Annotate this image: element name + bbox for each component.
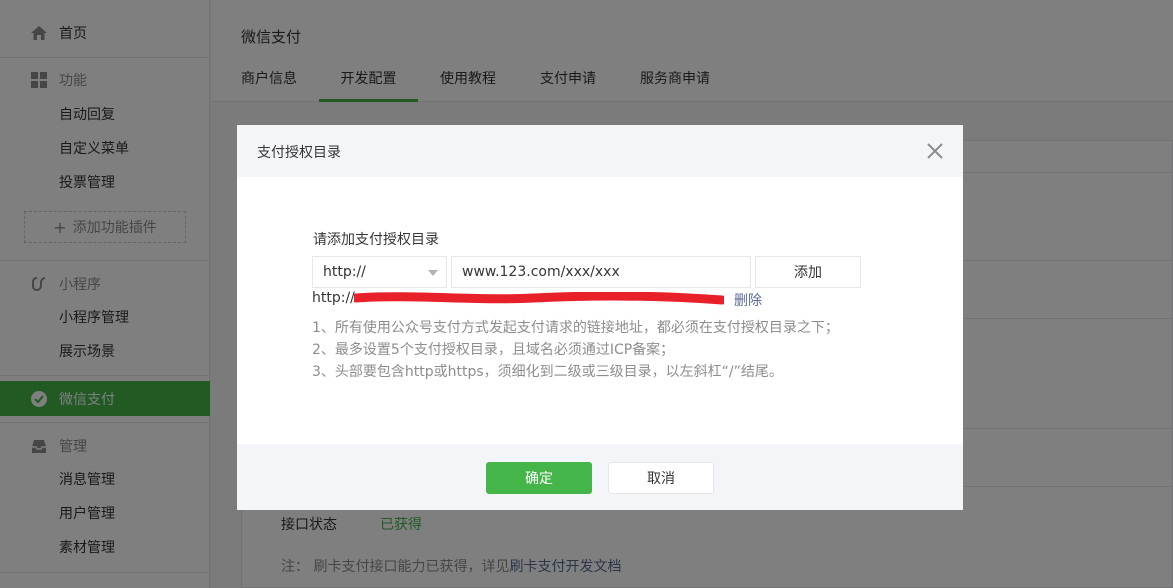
protocol-select[interactable]: http:// <box>312 256 447 288</box>
tip-item: 1、所有使用公众号支付方式发起支付请求的链接地址，都必须在支付授权目录之下； <box>312 320 839 336</box>
tips-list: 1、所有使用公众号支付方式发起支付请求的链接地址，都必须在支付授权目录之下； 2… <box>312 317 839 383</box>
add-button[interactable]: 添加 <box>755 256 861 288</box>
cancel-button[interactable]: 取消 <box>608 462 714 494</box>
delete-link[interactable]: 删除 <box>734 290 762 310</box>
field-label: 请添加支付授权目录 <box>313 232 439 248</box>
dialog-footer: 确定 取消 <box>237 444 963 510</box>
chevron-down-icon <box>428 270 438 276</box>
redaction-mark <box>354 292 724 305</box>
tip-item: 2、最多设置5个支付授权目录，且域名必须通过ICP备案； <box>312 342 675 358</box>
dialog-title: 支付授权目录 <box>257 145 341 161</box>
pay-auth-dir-dialog: 支付授权目录 请添加支付授权目录 http:// 添加 http://w/ 删除… <box>237 125 963 510</box>
confirm-button[interactable]: 确定 <box>486 462 592 494</box>
protocol-value: http:// <box>323 264 366 280</box>
dialog-body: 请添加支付授权目录 http:// 添加 http://w/ 删除 1、所有使用… <box>237 177 963 444</box>
dialog-header: 支付授权目录 <box>237 125 963 177</box>
close-icon[interactable] <box>923 139 947 163</box>
dir-list-item: http://w/ <box>312 290 772 310</box>
tip-item: 3、头部要包含http或https，须细化到二级或三级目录，以左斜杠“/”结尾。 <box>312 364 783 380</box>
url-input[interactable] <box>451 256 751 288</box>
